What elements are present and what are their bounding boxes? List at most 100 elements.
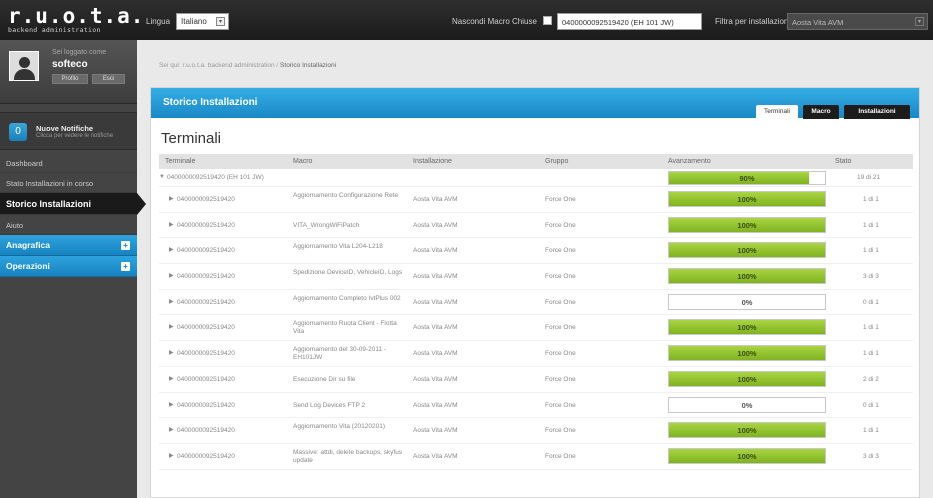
- sidebar-item-stato-installazioni[interactable]: Stato Installazioni in corso: [0, 173, 137, 193]
- macro-cell: Aggiornamento Vita L204-L218: [293, 243, 383, 251]
- table-row[interactable]: ▶ 0400000092519420 Aggiornamento Configura…: [159, 187, 913, 213]
- progress-label: 100%: [737, 349, 757, 359]
- installation-cell: Aosta Vita AVM: [413, 375, 458, 383]
- progress-bar: 100%: [668, 191, 826, 207]
- exit-button[interactable]: Esci: [92, 74, 125, 84]
- progress-bar: 0%: [668, 293, 826, 310]
- macro-cell: Aggiornamento Configurazione Rete: [293, 192, 399, 199]
- macro-cell: VITA_WrongWiFiPatch: [293, 221, 360, 229]
- status-cell: 1 di 1: [863, 247, 879, 255]
- terminal-cell: 0400000092519420: [177, 452, 235, 460]
- sidebar-item-aiuto[interactable]: Aiuto: [0, 215, 137, 235]
- hide-closed-checkbox[interactable]: [543, 16, 552, 25]
- sidebar-section-anagrafica[interactable]: Anagrafica +: [0, 235, 137, 256]
- table-row[interactable]: ▶ 0400000092519420 Aggiornamento Completo …: [159, 290, 913, 316]
- app-logo[interactable]: r.u.o.t.a. backend administration: [8, 5, 144, 34]
- plus-icon: +: [121, 241, 130, 250]
- username: softeco: [52, 59, 88, 70]
- status-cell: 1 di 1: [863, 350, 879, 358]
- installation-cell: Aosta Vita AVM: [413, 273, 458, 281]
- col-avanzamento[interactable]: Avanzamento: [668, 158, 711, 165]
- breadcrumb-prefix[interactable]: Sei qui: r.u.o.t.a. backend administrati…: [159, 62, 278, 69]
- notifications-box[interactable]: 0 Nuove Notifiche Clicca per vedere le n…: [0, 112, 137, 150]
- table-row[interactable]: ▶ 0400000092519420 Aggiornamento Vita (201…: [159, 418, 913, 444]
- expand-right-icon[interactable]: ▶: [169, 401, 174, 408]
- table-body: ▼ 0400000092519420 (EH 101 JW) 90% 19 di…: [159, 171, 913, 470]
- sidebar-section-operazioni[interactable]: Operazioni +: [0, 256, 137, 277]
- expand-right-icon[interactable]: ▶: [169, 298, 174, 305]
- installation-filter-select[interactable]: Aosta Vita AVM ▾: [787, 13, 928, 30]
- sidebar: Sei loggato come softeco Profilo Esci 0 …: [0, 40, 146, 498]
- group-cell: Force One: [545, 247, 576, 255]
- chevron-down-icon: ▾: [216, 17, 225, 26]
- expand-right-icon[interactable]: ▶: [169, 323, 174, 330]
- expand-right-icon[interactable]: ▶: [169, 452, 174, 459]
- expand-down-icon[interactable]: ▼: [159, 174, 165, 180]
- table-row[interactable]: ▶ 0400000092519420 Massive: attdi, delete …: [159, 444, 913, 470]
- progress-label: 100%: [737, 246, 757, 256]
- table-row[interactable]: ▶ 0400000092519420 Aggiornamento del 30-09…: [159, 341, 913, 367]
- expand-right-icon[interactable]: ▶: [169, 195, 174, 202]
- table-row[interactable]: ▶ 0400000092519420 Spedizione DeviceID, Ve…: [159, 264, 913, 290]
- installation-cell: Aosta Vita AVM: [413, 427, 458, 435]
- progress-bar: 100%: [668, 345, 826, 362]
- main-panel: Storico Installazioni Terminali Macro In…: [150, 87, 920, 498]
- table-row[interactable]: ▶ 0400000092519420 Esecuzione Dir su file A…: [159, 367, 913, 393]
- macro-cell: Send Log Devices FTP 2: [293, 401, 366, 409]
- table-row[interactable]: ▶ 0400000092519420 VITA_WrongWiFiPatch Aost…: [159, 213, 913, 239]
- expand-right-icon[interactable]: ▶: [169, 426, 174, 433]
- expand-right-icon[interactable]: ▶: [169, 221, 174, 228]
- progress-label: 0%: [741, 400, 753, 410]
- sidebar-item-dashboard[interactable]: Dashboard: [0, 153, 137, 173]
- macro-cell: Aggiornamento Completo IvtPlus 002: [293, 294, 401, 302]
- logo-text: r.u.o.t.a.: [8, 4, 145, 28]
- table-row[interactable]: ▶ 0400000092519420 Send Log Devices FTP 2 A…: [159, 393, 913, 419]
- terminal-cell: 0400000092519420: [177, 350, 235, 358]
- terminal-cell: 0400000092519420: [177, 298, 235, 306]
- status-cell: 1 di 1: [863, 196, 879, 203]
- section-label: Anagrafica: [6, 240, 50, 250]
- tab-terminali[interactable]: Terminali: [756, 105, 798, 119]
- terminal-cell: 0400000092519420: [177, 196, 235, 203]
- table-row[interactable]: ▶ 0400000092519420 Aggiornamento Ruota Cli…: [159, 315, 913, 342]
- progress-label: 100%: [737, 272, 757, 282]
- group-cell: Force One: [545, 350, 576, 358]
- tab-macro[interactable]: Macro: [803, 105, 839, 119]
- terminal-cell: 0400000092519420: [177, 427, 235, 435]
- terminal-cell: 0400000092519420: [177, 221, 235, 229]
- expand-right-icon[interactable]: ▶: [169, 375, 174, 382]
- status-cell: 1 di 1: [863, 427, 879, 435]
- group-cell: Force One: [545, 401, 576, 409]
- installation-filter-value: Aosta Vita AVM: [792, 18, 844, 27]
- language-select[interactable]: Italiano ▾: [176, 13, 229, 30]
- expand-right-icon[interactable]: ▶: [169, 246, 174, 253]
- tab-installazioni[interactable]: Installazioni: [844, 105, 910, 119]
- expand-right-icon[interactable]: ▶: [169, 349, 174, 356]
- breadcrumb-current: Storico Installazioni: [280, 62, 337, 69]
- progress-label: 100%: [737, 195, 757, 204]
- col-macro[interactable]: Macro: [293, 158, 312, 165]
- expand-right-icon[interactable]: ▶: [169, 272, 174, 279]
- status-cell: 3 di 3: [863, 273, 879, 281]
- status-cell: 0 di 1: [863, 401, 879, 409]
- table-row[interactable]: ▶ 0400000092519420 Aggiornamento Vita L204…: [159, 238, 913, 265]
- macro-cell: Massive: attdi, delete backups, skyfus u…: [293, 448, 403, 464]
- progress-bar: 100%: [668, 422, 826, 439]
- col-gruppo[interactable]: Gruppo: [545, 158, 568, 165]
- language-label: Lingua: [146, 17, 171, 26]
- sidebar-item-storico-installazioni[interactable]: Storico Installazioni: [0, 193, 146, 215]
- progress-label: 100%: [737, 220, 757, 230]
- table-row-group[interactable]: ▼ 0400000092519420 (EH 101 JW) 90% 19 di…: [159, 171, 913, 187]
- col-installazione[interactable]: Installazione: [413, 158, 452, 165]
- col-terminale[interactable]: Terminale: [165, 158, 195, 165]
- progress-bar: 100%: [668, 216, 826, 233]
- user-box: Sei loggato come softeco Profilo Esci: [0, 40, 137, 104]
- progress-label: 0%: [741, 297, 753, 307]
- installation-cell: Aosta Vita AVM: [413, 221, 458, 229]
- col-stato[interactable]: Stato: [835, 158, 851, 165]
- profile-button[interactable]: Profilo: [52, 74, 88, 84]
- progress-bar: 100%: [668, 268, 826, 285]
- installation-cell: Aosta Vita AVM: [413, 247, 458, 255]
- group-cell: Force One: [545, 427, 576, 435]
- terminal-search-field[interactable]: 0400000092519420 (EH 101 JW): [557, 13, 702, 30]
